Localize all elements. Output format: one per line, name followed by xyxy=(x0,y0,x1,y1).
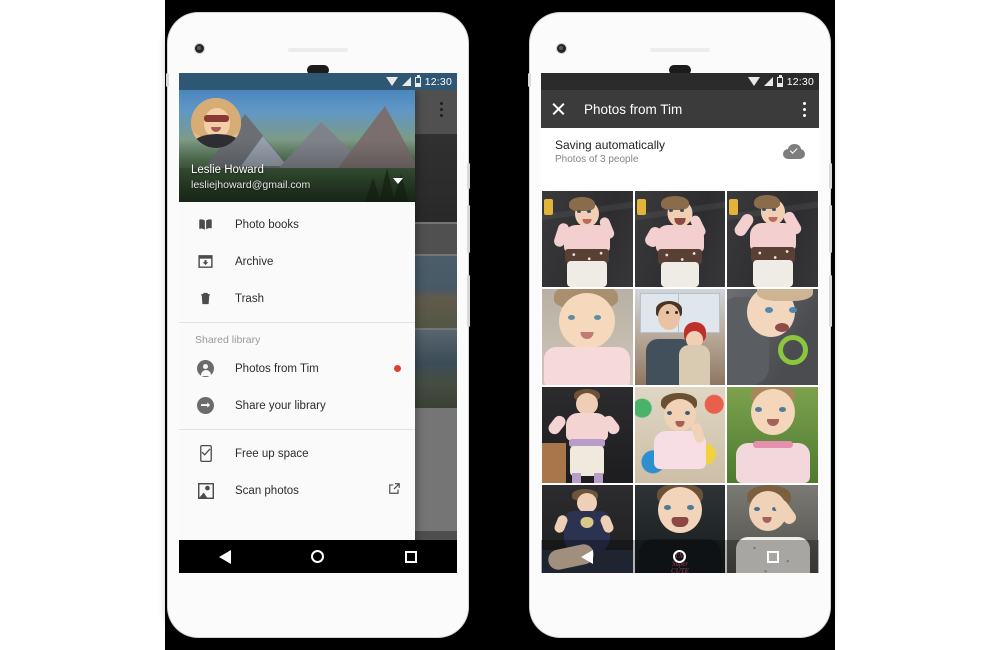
power-button[interactable] xyxy=(467,163,470,189)
right-android-nav-bar xyxy=(541,540,819,573)
archive-icon xyxy=(195,253,216,270)
left-phone-screen: Sharing xyxy=(179,73,457,573)
volume-up-button[interactable] xyxy=(467,205,470,253)
drawer-item-trash[interactable]: Trash xyxy=(179,280,415,317)
photo-book-icon xyxy=(195,217,216,232)
drawer-item-label: Photos from Tim xyxy=(235,362,319,375)
drawer-item-label: Share your library xyxy=(235,399,326,412)
free-up-space-icon xyxy=(195,445,216,462)
photo-thumbnail[interactable] xyxy=(727,191,818,287)
cloud-done-icon xyxy=(783,143,805,159)
saving-primary-text: Saving automatically xyxy=(555,137,666,152)
trash-icon xyxy=(195,290,216,307)
screenshot-canvas: Sharing xyxy=(0,0,1000,650)
drawer-menu: Photo books Archive Trash Shared library… xyxy=(179,202,415,509)
battery-icon xyxy=(414,74,421,87)
left-android-nav-bar xyxy=(179,540,457,573)
drawer-item-photos-from-tim[interactable]: Photos from Tim xyxy=(179,350,415,387)
front-camera-icon xyxy=(194,43,205,54)
overflow-menu-icon[interactable] xyxy=(803,102,806,117)
volume-down-button[interactable] xyxy=(467,275,470,327)
photo-thumbnail[interactable] xyxy=(634,191,726,287)
recents-square-icon[interactable] xyxy=(404,550,417,563)
signal-icon xyxy=(401,77,411,86)
earpiece xyxy=(288,48,348,52)
drawer-item-label: Scan photos xyxy=(235,484,299,497)
page-title: Photos from Tim xyxy=(584,101,683,117)
drawer-item-share-your-library[interactable]: Share your library xyxy=(179,387,415,424)
photo-thumbnail[interactable] xyxy=(727,289,818,385)
drawer-item-label: Free up space xyxy=(235,447,309,460)
earpiece xyxy=(650,48,710,52)
right-phone-device: 12:30 Photos from Tim Saving automatical… xyxy=(528,13,832,637)
volume-up-button[interactable] xyxy=(829,205,832,253)
drawer-section-shared-library: Shared library xyxy=(195,334,261,346)
recents-square-icon[interactable] xyxy=(766,550,779,563)
drawer-divider xyxy=(179,322,415,323)
right-phone-screen: 12:30 Photos from Tim Saving automatical… xyxy=(541,73,819,573)
photo-grid: I'M Super CUTE xyxy=(541,191,819,573)
person-circle-icon xyxy=(195,360,216,377)
signal-icon xyxy=(763,77,773,86)
account-email: lesliejhoward@gmail.com xyxy=(191,179,311,191)
saving-banner-text: Saving automatically Photos of 3 people xyxy=(555,138,665,165)
drawer-item-label: Photo books xyxy=(235,218,299,231)
drawer-divider xyxy=(179,429,415,430)
scan-photos-icon xyxy=(195,482,216,499)
sim-tray xyxy=(166,73,169,87)
wifi-icon xyxy=(747,77,760,86)
left-status-bar: 12:30 xyxy=(179,73,457,90)
photo-thumbnail[interactable] xyxy=(634,387,726,483)
status-time: 12:30 xyxy=(424,75,452,88)
drawer-item-archive[interactable]: Archive xyxy=(179,243,415,280)
power-button[interactable] xyxy=(829,163,832,189)
battery-icon xyxy=(776,74,783,87)
drawer-item-scan-photos[interactable]: Scan photos xyxy=(179,472,415,509)
caret-down-icon[interactable] xyxy=(393,178,403,184)
account-name: Leslie Howard xyxy=(191,164,264,176)
unread-badge-dot xyxy=(394,365,401,372)
drawer-item-free-up-space[interactable]: Free up space xyxy=(179,435,415,472)
home-circle-icon[interactable] xyxy=(673,550,687,563)
right-status-bar: 12:30 xyxy=(541,73,819,90)
right-toolbar: Photos from Tim xyxy=(541,90,819,128)
wifi-icon xyxy=(385,77,398,86)
avatar[interactable] xyxy=(191,98,241,148)
volume-down-button[interactable] xyxy=(829,275,832,327)
photo-thumbnail[interactable] xyxy=(727,387,818,483)
back-triangle-icon[interactable] xyxy=(219,549,232,564)
photo-thumbnail[interactable] xyxy=(542,387,633,483)
sim-tray xyxy=(528,73,531,87)
photo-thumbnail[interactable] xyxy=(542,289,633,385)
share-circle-icon xyxy=(195,397,216,414)
drawer-account-header[interactable]: Leslie Howard lesliejhoward@gmail.com xyxy=(179,90,415,202)
saving-secondary-text: Photos of 3 people xyxy=(555,153,639,165)
back-triangle-icon[interactable] xyxy=(581,549,594,564)
drawer-item-label: Trash xyxy=(235,292,264,305)
photo-thumbnail[interactable] xyxy=(542,191,633,287)
drawer-item-photo-books[interactable]: Photo books xyxy=(179,206,415,243)
status-time: 12:30 xyxy=(786,75,814,88)
photo-thumbnail[interactable] xyxy=(634,289,726,385)
saving-banner[interactable]: Saving automatically Photos of 3 people xyxy=(541,128,819,174)
left-phone-device: Sharing xyxy=(166,13,470,637)
external-link-icon[interactable] xyxy=(388,482,401,500)
close-icon[interactable] xyxy=(551,102,566,117)
navigation-drawer: Leslie Howard lesliejhoward@gmail.com Ph… xyxy=(179,90,415,573)
home-circle-icon[interactable] xyxy=(311,550,325,563)
drawer-item-label: Archive xyxy=(235,255,274,268)
photos-from-tim-screen: Photos from Tim Saving automatically Pho… xyxy=(541,90,819,573)
front-camera-icon xyxy=(556,43,567,54)
